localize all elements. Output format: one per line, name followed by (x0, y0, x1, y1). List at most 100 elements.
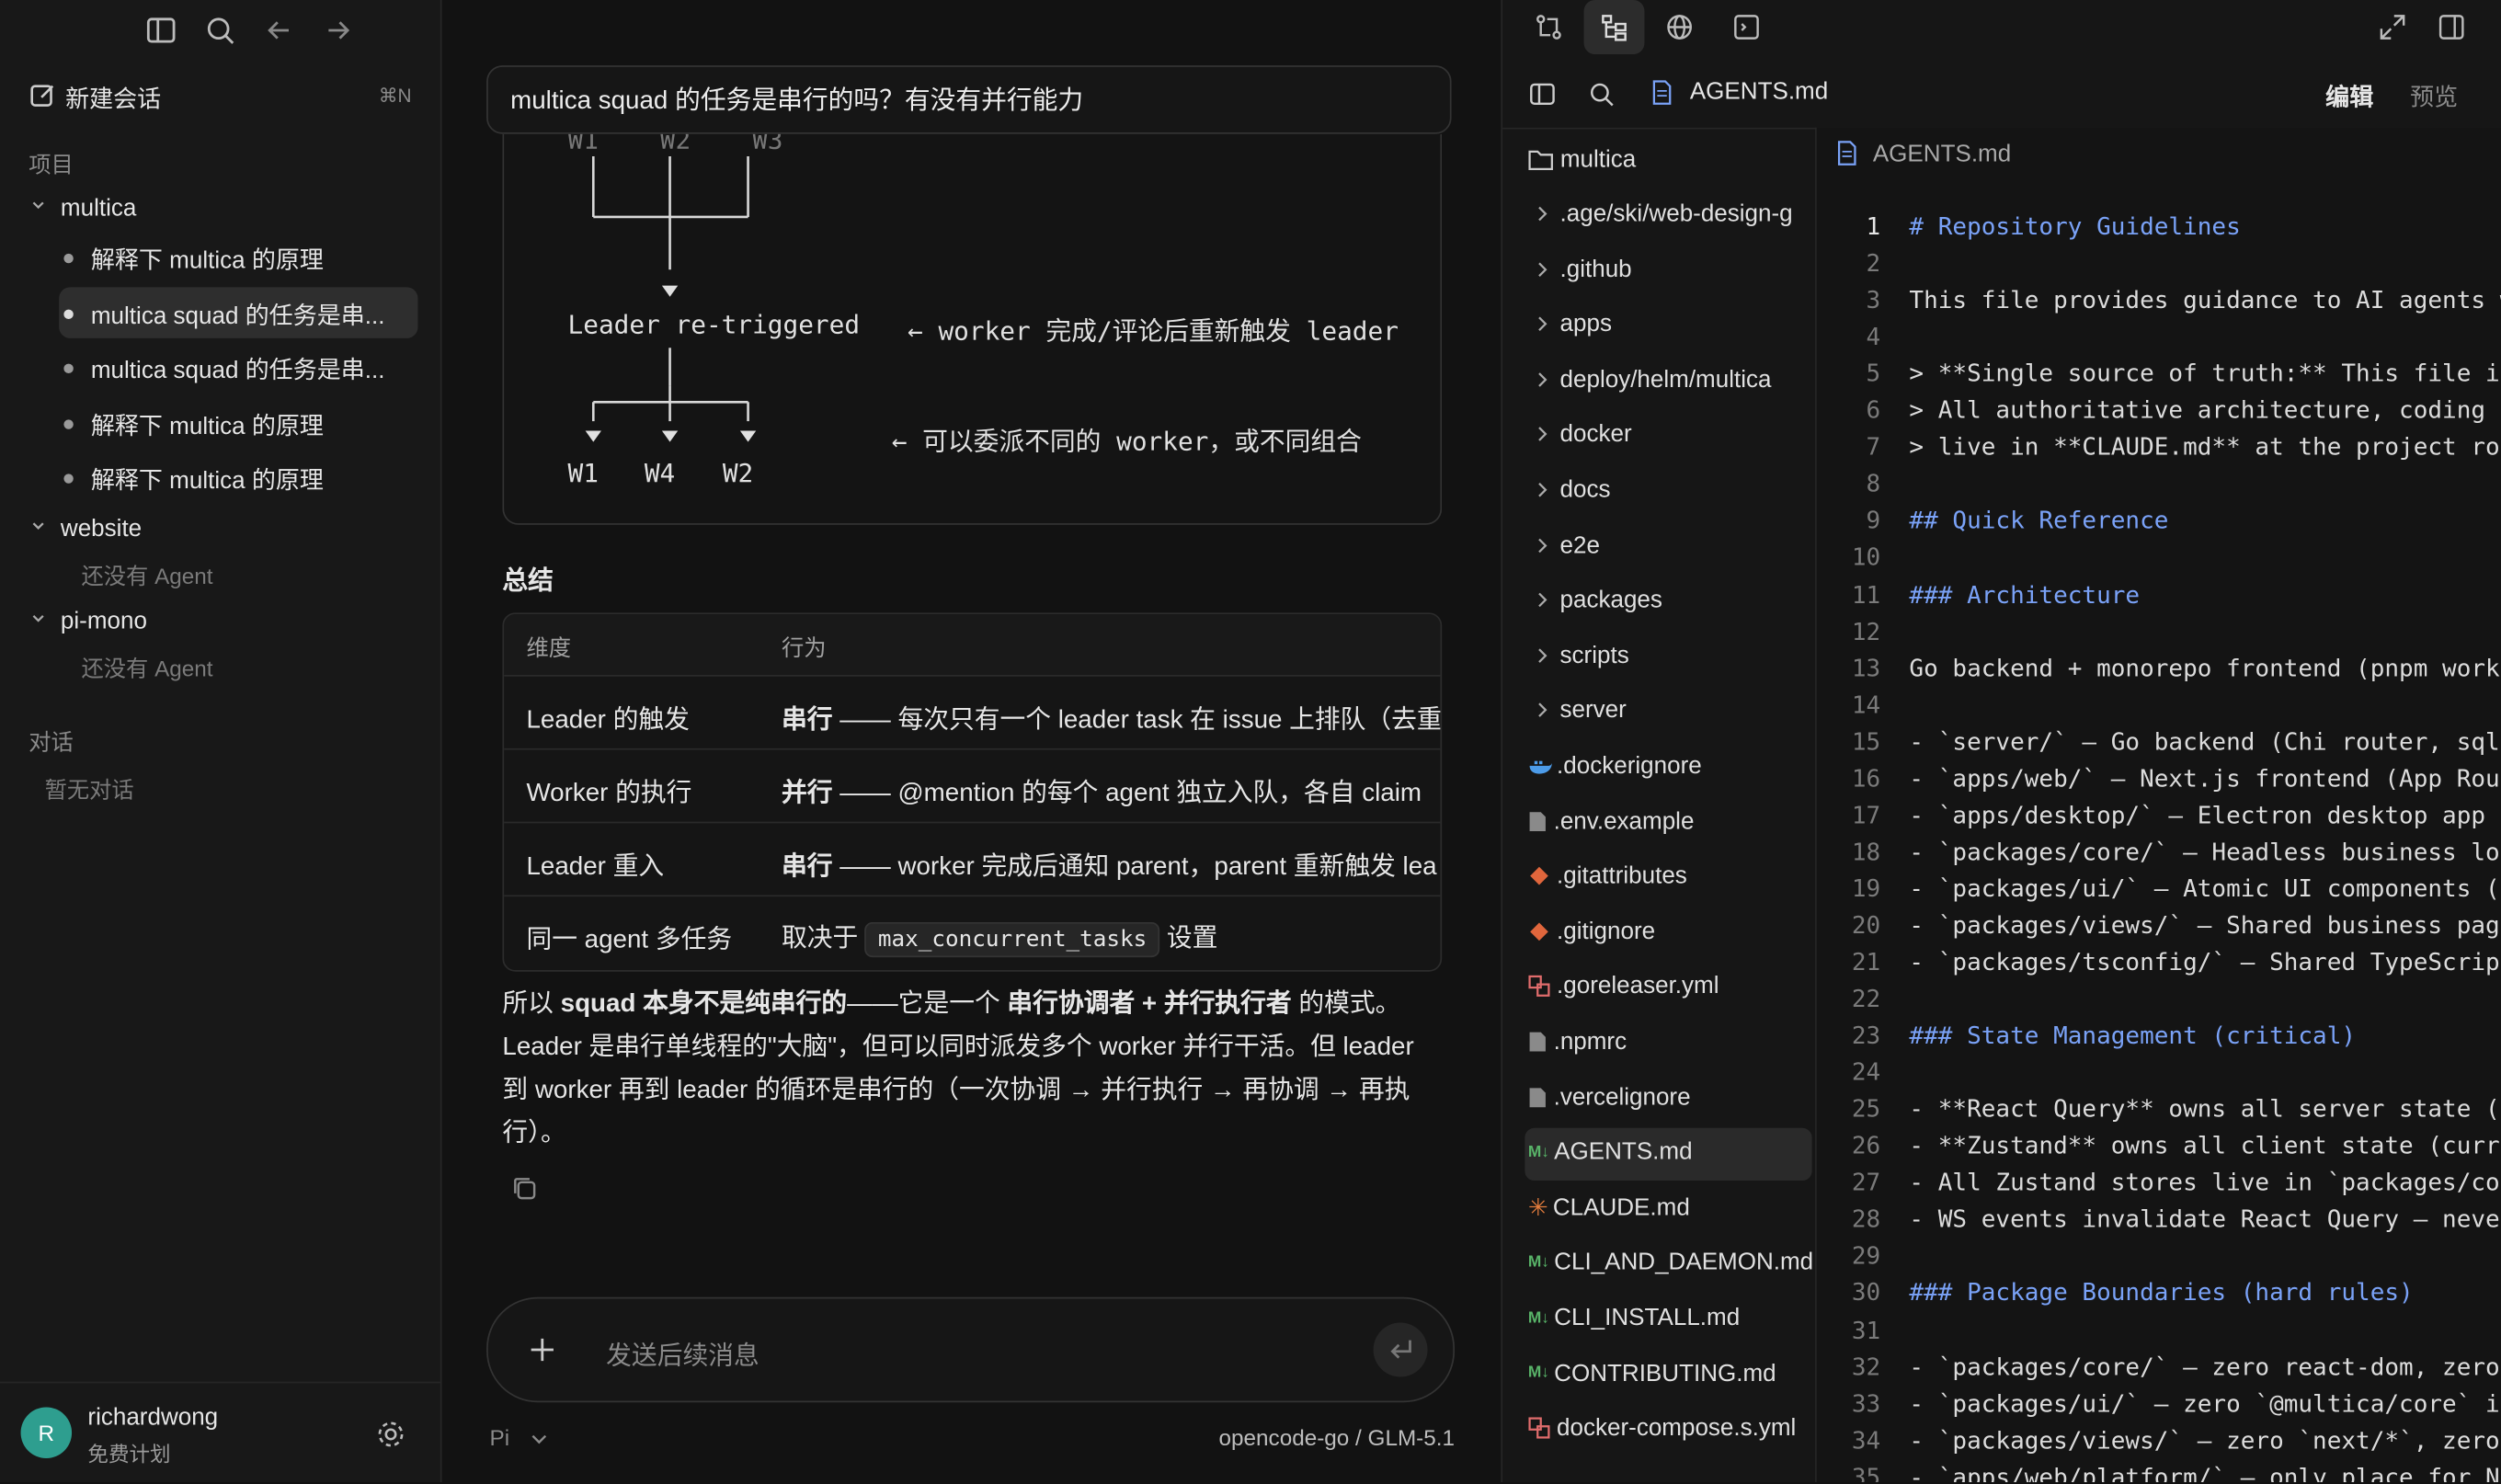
new-chat-button[interactable]: 新建会话 ⌘N (29, 80, 412, 115)
copy-icon[interactable] (510, 1174, 539, 1203)
project-multica[interactable]: multica (32, 195, 136, 222)
ascii-diagram: W1 W2 W3 Leader re-triggered ← worker 完成… (502, 133, 1443, 525)
file-icon (1652, 79, 1672, 105)
tree-folder[interactable]: docker (1535, 420, 1815, 449)
tree-file[interactable]: M↓ AGENTS.md (1528, 1138, 1815, 1165)
conversation-item[interactable]: multica squad 的任务是串... (63, 352, 384, 385)
diagram-worker: W4 (644, 458, 676, 488)
tree-file[interactable]: docker-compose.s.yml (1528, 1414, 1815, 1442)
tree-item-label: CLI_INSTALL.md (1554, 1304, 1741, 1332)
table-cell-bold: 并行 (781, 780, 833, 808)
project-name: website (60, 515, 143, 542)
code-editor[interactable]: AGENTS.md 1 # Repository Guidelines 2 3 This… (1816, 127, 2501, 1483)
tree-file[interactable]: .gitignore (1528, 917, 1815, 945)
agent-selector[interactable]: Pi (490, 1425, 548, 1450)
tree-folder[interactable]: docs (1535, 475, 1815, 504)
code-line: - `packages/views/` — Shared business pa… (1909, 910, 2501, 940)
root-folder[interactable]: multica (1528, 145, 1815, 173)
tree-file[interactable]: .dockerignore (1528, 751, 1815, 780)
tree-file[interactable]: .vercelignore (1528, 1082, 1815, 1111)
plus-icon[interactable] (528, 1335, 556, 1364)
sidebar-toggle-icon[interactable] (1528, 80, 1557, 108)
diagram-worker: W1 (567, 458, 599, 488)
tree-file[interactable]: M↓ CLI_INSTALL.md (1528, 1304, 1815, 1331)
tree-folder[interactable]: scripts (1535, 641, 1815, 669)
line-number: 10 (1851, 542, 1881, 572)
yml-file-icon (1528, 1414, 1557, 1441)
edit-tab[interactable]: 编辑 (2325, 80, 2373, 113)
terminal-icon[interactable] (1730, 11, 1763, 43)
tree-folder[interactable]: server (1535, 696, 1815, 725)
table-cell-bold: 串行 (781, 706, 833, 735)
tree-item-label: .age/ski/web-design-g (1559, 200, 1793, 228)
code-line: - `packages/tsconfig/` — Shared TypeScri… (1909, 947, 2501, 976)
git-file-icon (1528, 917, 1557, 943)
code-line: - `packages/core/` — zero react-dom, zer… (1909, 1352, 2500, 1381)
conversation-panel: W1 W2 W3 Leader re-triggered ← worker 完成… (441, 0, 1500, 1483)
code-line: Go backend + monorepo frontend (pnpm wor… (1909, 653, 2501, 682)
message-composer[interactable]: 发送后续消息 (486, 1296, 1456, 1403)
table-header-row: 维度 行为 (504, 614, 1441, 675)
tree-item-label: docker (1559, 420, 1632, 449)
model-label[interactable]: opencode-go / GLM-5.1 (1219, 1425, 1456, 1451)
line-number: 13 (1851, 653, 1881, 682)
tree-item-label: scripts (1559, 642, 1629, 669)
project-pi-mono[interactable]: pi-mono (32, 608, 147, 635)
tree-file[interactable]: M↓ CLI_AND_DAEMON.md (1528, 1249, 1815, 1276)
message-input[interactable]: 发送后续消息 (606, 1334, 759, 1373)
tree-folder[interactable]: packages (1535, 586, 1815, 614)
table-cell: —— @mention 的每个 agent 独立入队，各自 claim (832, 780, 1422, 808)
project-name: pi-mono (60, 608, 147, 635)
conversation-title: 解释下 multica 的原理 (90, 246, 324, 275)
back-arrow-icon[interactable] (261, 13, 296, 48)
line-number: 7 (1866, 432, 1881, 462)
compose-icon (30, 85, 54, 107)
chevron-right-icon (1535, 696, 1560, 723)
panel-layout-icon[interactable] (2436, 11, 2468, 43)
user-profile[interactable]: R richardwong 免费计划 (0, 1381, 440, 1484)
tree-folder[interactable]: e2e (1535, 531, 1815, 559)
tree-file[interactable]: .env.example (1528, 806, 1815, 835)
gear-icon[interactable] (375, 1419, 407, 1451)
search-icon[interactable] (1587, 80, 1616, 108)
conversation-item[interactable]: multica squad 的任务是串... (63, 298, 384, 331)
user-name: richardwong (87, 1403, 219, 1432)
diagram-delegate-note: ← 可以委派不同的 worker，或不同组合 (891, 426, 1362, 457)
globe-icon[interactable] (1663, 11, 1696, 43)
line-number: 17 (1851, 800, 1881, 829)
conversation-item[interactable]: 解释下 multica 的原理 (63, 243, 324, 276)
diagram-leader-text: Leader re-triggered (567, 309, 861, 340)
tree-folder[interactable]: .age/ski/web-design-g (1535, 200, 1815, 228)
tree-item-label: .gitattributes (1557, 862, 1687, 890)
tree-file[interactable]: M↓ CONTRIBUTING.md (1528, 1359, 1815, 1387)
conversation-item[interactable]: 解释下 multica 的原理 (63, 408, 324, 441)
code-line: - `server/` — Go backend (Chi router, sq… (1909, 726, 2501, 756)
expand-icon[interactable] (2377, 11, 2409, 43)
file-tab-active[interactable]: AGENTS.md (1650, 78, 1828, 107)
tree-file[interactable]: .gitattributes (1528, 862, 1815, 890)
tree-item-label: server (1559, 697, 1627, 725)
tree-file[interactable]: .goreleaser.yml (1528, 972, 1815, 1000)
line-number: 22 (1851, 984, 1881, 1013)
tree-file[interactable]: .npmrc (1528, 1027, 1815, 1056)
preview-tab[interactable]: 预览 (2410, 80, 2458, 113)
send-button[interactable] (1373, 1322, 1428, 1377)
tree-folder[interactable]: .github (1535, 255, 1815, 283)
conversation-item[interactable]: 解释下 multica 的原理 (63, 462, 324, 496)
sidebar-toggle-icon[interactable] (143, 13, 178, 48)
file-tree-tab[interactable] (1583, 0, 1645, 54)
table-cell: —— 每次只有一个 leader task 在 issue 上排队（去重 (832, 706, 1443, 735)
tree-folder[interactable]: apps (1535, 310, 1815, 337)
tree-file[interactable]: ✳ CLAUDE.md (1528, 1193, 1815, 1221)
forward-arrow-icon[interactable] (321, 13, 356, 48)
project-website[interactable]: website (32, 515, 142, 542)
tree-item-label: .npmrc (1553, 1028, 1627, 1056)
tree-folder[interactable]: deploy/helm/multica (1535, 365, 1815, 393)
line-number: 5 (1866, 359, 1881, 388)
table-cell: 同一 agent 多任务 (526, 927, 733, 954)
file-tree-icon (1602, 15, 1627, 41)
chevron-right-icon (1535, 586, 1560, 612)
search-icon[interactable] (202, 13, 237, 48)
git-compare-icon[interactable] (1533, 11, 1565, 43)
tree-item-label: .github (1559, 255, 1632, 283)
